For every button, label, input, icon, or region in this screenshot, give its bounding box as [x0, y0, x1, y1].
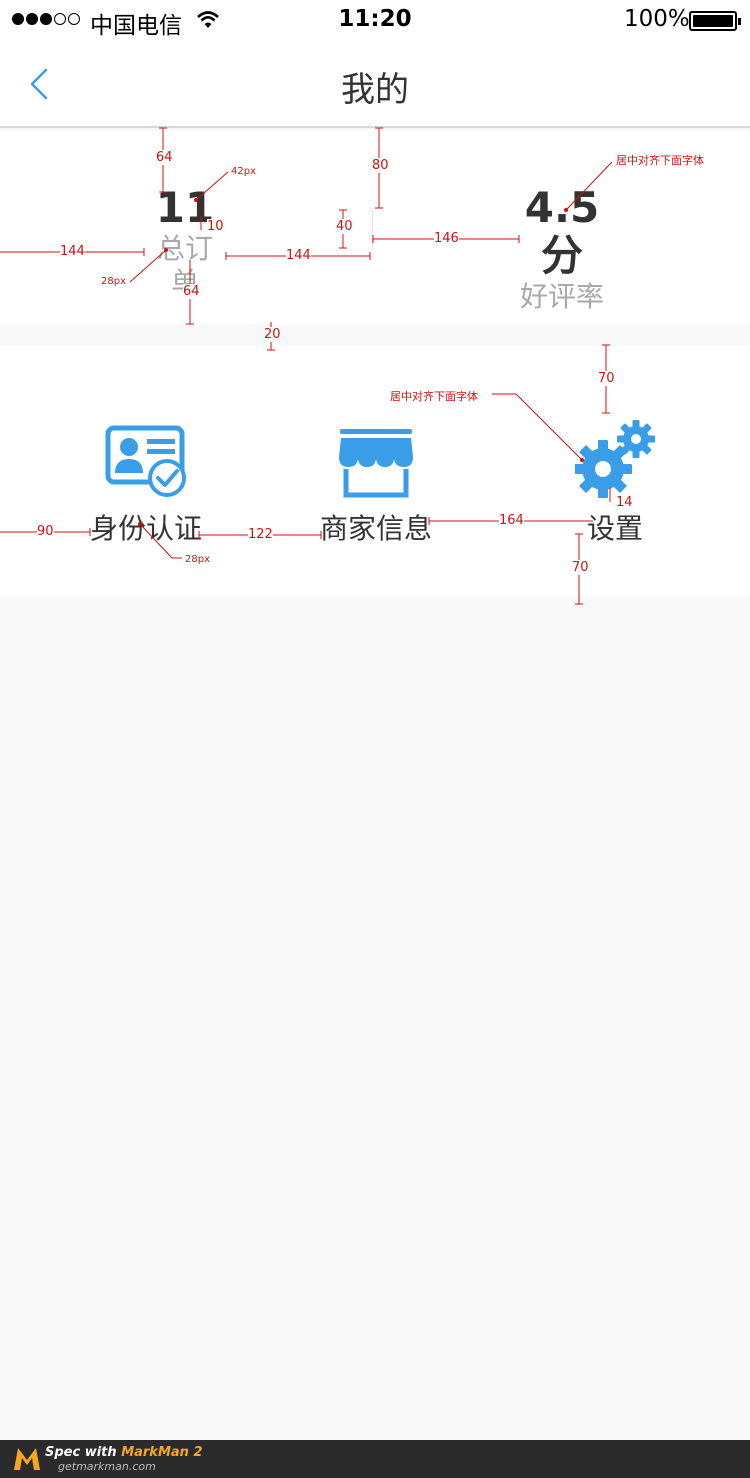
- annotation: 144: [60, 244, 85, 259]
- annotation: 14: [616, 495, 633, 510]
- markman-logo-icon: [14, 1448, 40, 1470]
- annotation: 居中对齐下面字体: [616, 154, 704, 167]
- annotation: 10: [207, 219, 224, 234]
- gears-icon: [575, 420, 655, 498]
- rating-label: 好评率: [519, 280, 604, 313]
- annotation: 90: [37, 524, 54, 539]
- annotation: 80: [372, 158, 389, 173]
- spec-credit: Spec with MarkMan 2: [45, 1445, 203, 1460]
- markman-footer: Spec with MarkMan 2 getmarkman.com: [0, 1440, 750, 1478]
- annotation: 122: [248, 527, 273, 542]
- storefront-icon: [339, 429, 413, 498]
- annotation: 70: [572, 560, 589, 575]
- spec-url: getmarkman.com: [58, 1460, 156, 1473]
- settings-item[interactable]: 设置: [575, 415, 655, 545]
- annotation: 70: [598, 371, 615, 386]
- annotation: 64: [183, 284, 200, 299]
- identity-verification-item[interactable]: 身份认证: [90, 415, 202, 545]
- annotation: 居中对齐下面字体: [390, 390, 478, 403]
- id-card-check-icon: [105, 425, 186, 497]
- annotation: 20: [264, 327, 281, 342]
- annotation: 28px: [185, 554, 210, 565]
- annotation: 146: [434, 231, 459, 246]
- page-title: 我的: [341, 70, 409, 110]
- battery-percent: 100%: [624, 6, 690, 32]
- navigation-bar: 我的: [0, 40, 750, 128]
- merchant-info-label: 商家信息: [320, 512, 433, 545]
- annotation: 40: [336, 219, 353, 234]
- annotation: 28px: [101, 276, 126, 287]
- feature-grid: 身份认证 商家信息 设置: [0, 345, 750, 597]
- rating-stat[interactable]: 4.5分 好评率: [512, 184, 612, 314]
- annotation: 164: [499, 513, 524, 528]
- settings-label: 设置: [586, 512, 643, 545]
- battery-icon: [689, 11, 741, 31]
- total-orders-stat[interactable]: 11 总订单: [144, 184, 226, 300]
- annotation: 144: [286, 248, 311, 263]
- merchant-info-item[interactable]: 商家信息: [320, 415, 432, 545]
- annotation: 64: [156, 150, 173, 165]
- status-bar: 中国电信 11:20 100%: [0, 0, 750, 40]
- rating-value: 4.5分: [524, 183, 600, 280]
- annotation: 42px: [231, 166, 256, 177]
- identity-verification-label: 身份认证: [90, 512, 203, 545]
- stats-divider: [372, 210, 373, 250]
